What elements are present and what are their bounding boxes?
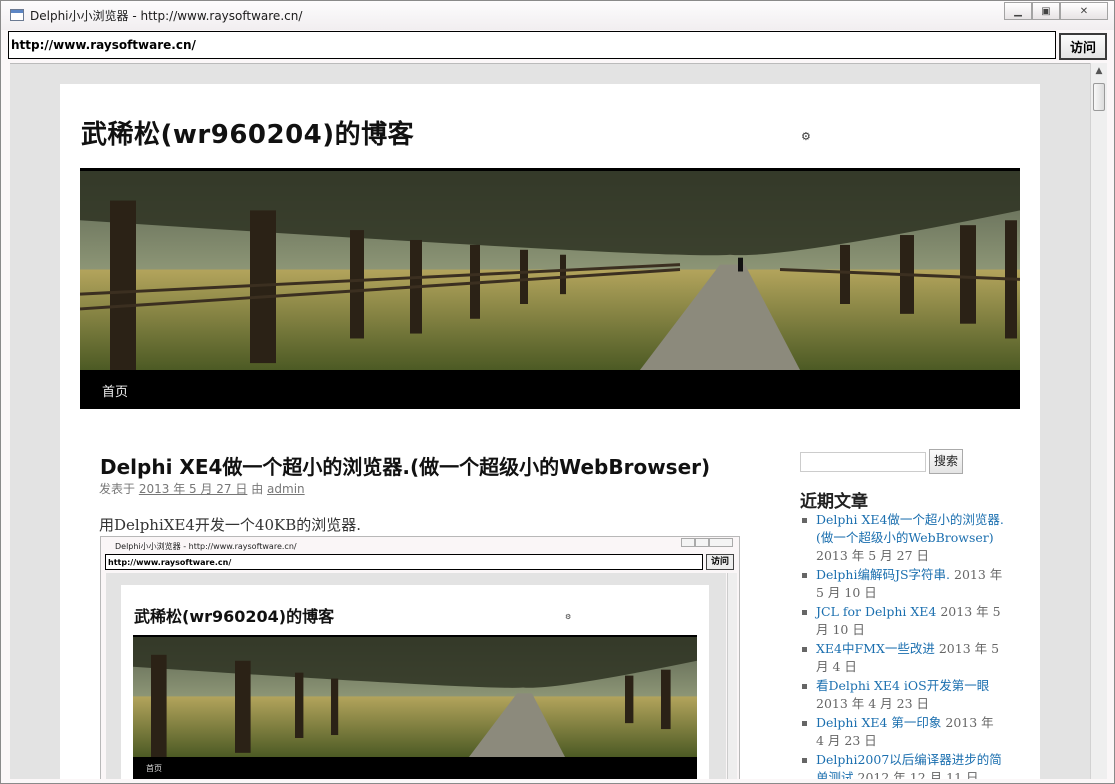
shot-scrollbar	[727, 573, 737, 779]
shot-window-controls	[681, 538, 733, 547]
plugin-icon: ⚙	[801, 130, 811, 143]
browser-window: Delphi小小浏览器 - http://www.raysoftware.cn/…	[0, 0, 1115, 784]
recent-posts-list: Delphi XE4做一个超小的浏览器.(做一个超级小的WebBrowser) …	[800, 511, 1005, 779]
list-item: Delphi XE4 第一印象 2013 年 4 月 23 日	[800, 714, 1005, 750]
go-button[interactable]: 访问	[1059, 33, 1107, 60]
app-icon	[10, 9, 24, 21]
author-link[interactable]: admin	[267, 482, 305, 496]
menu-item-home[interactable]: 首页	[102, 381, 128, 400]
header-banner-image	[80, 168, 1020, 370]
address-input[interactable]	[11, 35, 1051, 55]
recent-post-date: 2012 年 12 月 11 日	[857, 770, 979, 779]
search-button[interactable]: 搜索	[929, 449, 963, 474]
vertical-scrollbar[interactable]: ▲	[1090, 63, 1107, 779]
recent-post-link[interactable]: JCL for Delphi XE4	[816, 604, 936, 619]
recent-post-date: 2013 年 4 月 23 日	[816, 696, 930, 711]
post-intro: 用DelphiXE4开发一个40KB的浏览器.	[99, 516, 362, 534]
recent-post-link[interactable]: XE4中FMX一些改进	[816, 641, 935, 656]
search-input[interactable]	[800, 452, 926, 472]
close-button[interactable]: ✕	[1060, 2, 1108, 20]
shot-window-title: Delphi小小浏览器 - http://www.raysoftware.cn/	[115, 542, 297, 551]
recent-post-link[interactable]: 看Delphi XE4 iOS开发第一眼	[816, 678, 989, 693]
list-item: JCL for Delphi XE4 2013 年 5 月 10 日	[800, 603, 1005, 639]
shot-menu-item-home: 首页	[146, 764, 162, 773]
recent-post-date: 2013 年 5 月 27 日	[816, 548, 930, 563]
shot-page: 武稀松(wr960204)的博客 ⚙ 首页	[121, 585, 709, 779]
list-item: 看Delphi XE4 iOS开发第一眼 2013 年 4 月 23 日	[800, 677, 1005, 713]
post-title[interactable]: Delphi XE4做一个超小的浏览器.(做一个超级小的WebBrowser)	[100, 451, 710, 480]
main-menu: 首页	[80, 370, 1020, 409]
maximize-button[interactable]: ▣	[1032, 2, 1060, 20]
list-item: XE4中FMX一些改进 2013 年 5 月 4 日	[800, 640, 1005, 676]
meta-by: 由	[251, 482, 264, 496]
site-title[interactable]: 武稀松(wr960204)的博客	[81, 114, 414, 151]
embedded-screenshot: Delphi小小浏览器 - http://www.raysoftware.cn/…	[100, 536, 740, 779]
minimize-icon: ▁	[1014, 5, 1022, 17]
shot-plugin-icon: ⚙	[565, 613, 572, 621]
scrollbar-thumb[interactable]	[1093, 83, 1105, 111]
list-item: Delphi XE4做一个超小的浏览器.(做一个超级小的WebBrowser) …	[800, 511, 1005, 565]
blog-page: 武稀松(wr960204)的博客 ⚙ 首页 Delphi XE4做一个超小的浏览…	[60, 84, 1040, 779]
meta-prefix: 发表于	[99, 482, 136, 496]
list-item: Delphi2007以后编译器进步的简单测试 2012 年 12 月 11 日	[800, 751, 1005, 779]
post-meta: 发表于 2013 年 5 月 27 日 由 admin	[99, 480, 305, 497]
title-bar[interactable]: Delphi小小浏览器 - http://www.raysoftware.cn/…	[1, 1, 1114, 30]
recent-posts-title: 近期文章	[800, 492, 868, 512]
shot-address: http://www.raysoftware.cn/	[105, 554, 703, 570]
recent-post-link[interactable]: Delphi编解码JS字符串.	[816, 567, 950, 582]
recent-post-link[interactable]: Delphi XE4 第一印象	[816, 715, 941, 730]
shot-site-title: 武稀松(wr960204)的博客	[134, 607, 335, 626]
close-icon: ✕	[1079, 5, 1089, 17]
shot-banner-image	[133, 635, 697, 757]
recent-post-link[interactable]: Delphi XE4做一个超小的浏览器.(做一个超级小的WebBrowser)	[816, 512, 1004, 545]
scroll-up-icon[interactable]: ▲	[1091, 63, 1107, 79]
post-date-link[interactable]: 2013 年 5 月 27 日	[139, 482, 248, 496]
window-controls: ▁ ▣ ✕	[1004, 2, 1108, 20]
maximize-icon: ▣	[1041, 5, 1051, 17]
shot-viewport: 武稀松(wr960204)的博客 ⚙ 首页	[106, 573, 726, 779]
shot-menu: 首页	[133, 757, 697, 779]
list-item: Delphi编解码JS字符串. 2013 年 5 月 10 日	[800, 566, 1005, 602]
minimize-button[interactable]: ▁	[1004, 2, 1032, 20]
address-bar	[8, 31, 1056, 59]
web-viewport[interactable]: 武稀松(wr960204)的博客 ⚙ 首页 Delphi XE4做一个超小的浏览…	[10, 63, 1090, 779]
window-title: Delphi小小浏览器 - http://www.raysoftware.cn/	[30, 9, 303, 23]
shot-go-button: 访问	[706, 554, 734, 570]
